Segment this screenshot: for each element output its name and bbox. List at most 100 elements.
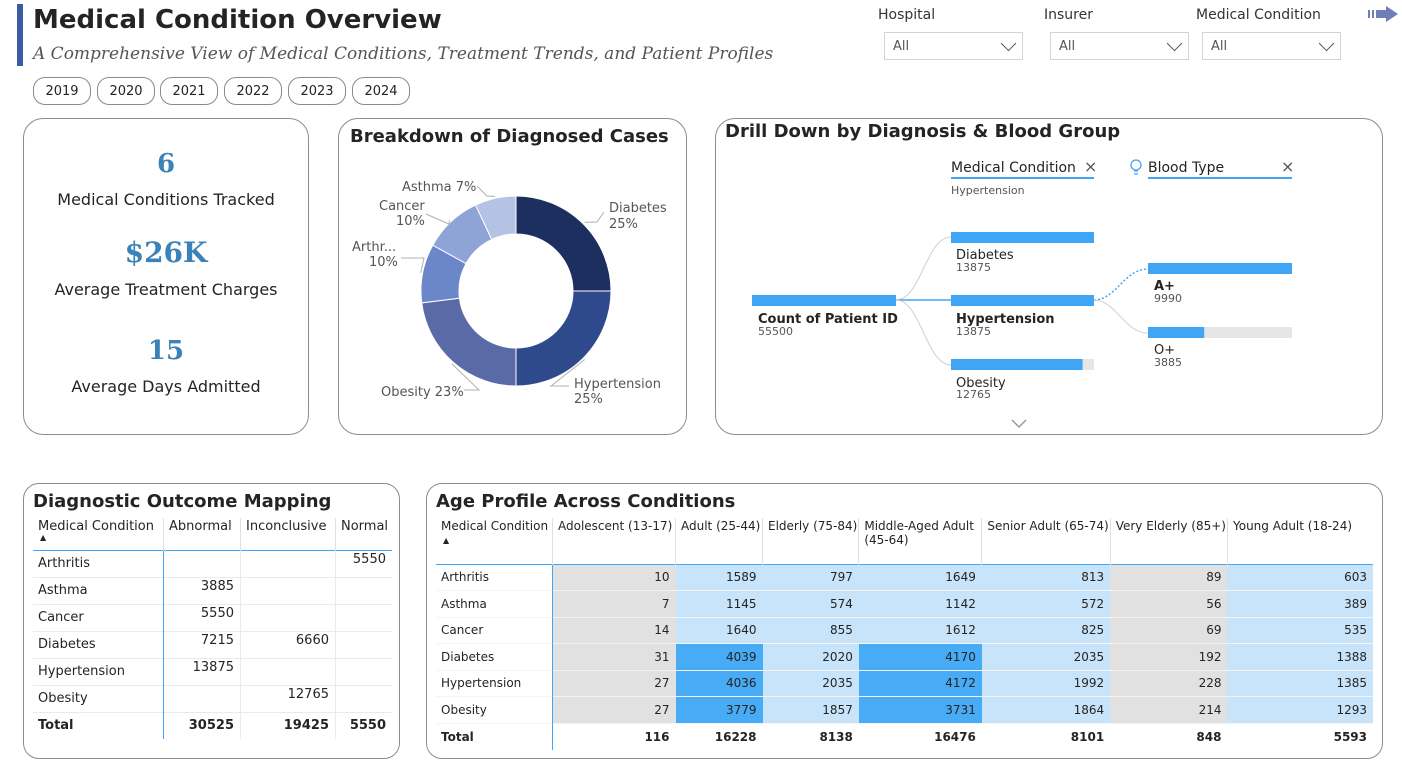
heatmap-cell: 27 <box>552 670 676 697</box>
row-label: Hypertension <box>436 670 553 697</box>
row-label: Cancer <box>436 617 553 644</box>
tree-level2-label: Blood Type <box>1148 160 1224 176</box>
table-row[interactable]: Asthma 7 1145 574 1142 572 56 389 <box>436 590 1373 617</box>
remove-level1-icon[interactable]: × <box>1084 157 1097 176</box>
heatmap-cell: 1142 <box>858 590 982 617</box>
svg-text:12765: 12765 <box>956 388 991 401</box>
table-row[interactable]: Asthma 3885 <box>33 577 392 604</box>
table-cell <box>163 685 241 712</box>
donut-label-diabetes: Diabetes <box>609 201 667 216</box>
heatmap-cell: 3779 <box>675 696 763 723</box>
age-col-header[interactable]: Adult (25-44) <box>675 518 763 564</box>
tree-root-bar[interactable] <box>752 295 896 306</box>
donut-slice-hypertension[interactable] <box>515 290 612 387</box>
condition-filter-label: Medical Condition <box>1196 7 1321 23</box>
heatmap-cell: 2035 <box>981 643 1111 670</box>
table-row[interactable]: Diabetes 7215 6660 <box>33 631 392 658</box>
heatmap-cell: 1145 <box>675 590 763 617</box>
insurer-filter-dropdown[interactable]: All <box>1050 32 1189 60</box>
table-row[interactable]: Cancer 14 1640 855 1612 825 69 535 <box>436 617 1373 644</box>
heatmap-cell: 574 <box>762 590 859 617</box>
tree-node-obesity[interactable]: Obesity 12765 <box>951 359 1094 401</box>
heatmap-cell: 1293 <box>1227 696 1373 723</box>
donut-title: Breakdown of Diagnosed Cases <box>350 126 669 147</box>
page-subtitle: A Comprehensive View of Medical Conditio… <box>33 44 774 64</box>
row-label: Diabetes <box>33 631 164 658</box>
table-cell <box>240 658 336 685</box>
row-label: Asthma <box>436 590 553 617</box>
table-cell: 13875 <box>163 658 241 685</box>
year-button-2024[interactable]: 2024 <box>352 77 410 105</box>
next-page-arrow-icon[interactable] <box>1368 5 1400 23</box>
chevron-down-icon[interactable] <box>1011 419 1027 429</box>
heatmap-cell: 16476 <box>934 729 976 744</box>
table-row[interactable]: Arthritis 5550 <box>33 550 392 577</box>
remove-level2-icon[interactable]: × <box>1281 157 1294 176</box>
tree-node-o-plus[interactable]: O+ 3885 <box>1148 327 1292 369</box>
donut-chart: Diabetes25%Hypertension25%Obesity 23%Art… <box>352 180 667 407</box>
table-cell: 30525 <box>163 712 241 739</box>
year-button-2022[interactable]: 2022 <box>224 77 282 105</box>
table-row[interactable]: Obesity 27 3779 1857 3731 1864 214 1293 <box>436 696 1373 723</box>
table-cell <box>240 577 336 604</box>
heatmap-cell: 228 <box>1110 670 1228 697</box>
condition-filter-value: All <box>1211 38 1228 54</box>
heatmap-cell: 16228 <box>714 729 757 744</box>
table-row[interactable]: Diabetes 31 4039 2020 4170 2035 192 1388 <box>436 643 1373 670</box>
donut-slice-diabetes[interactable] <box>515 195 612 292</box>
age-col-header[interactable]: Elderly (75-84) <box>762 518 860 564</box>
table-total-row[interactable]: Total 30525 19425 5550 <box>33 712 392 739</box>
heatmap-cell: 848 <box>1196 729 1222 744</box>
heatmap-cell: 1857 <box>762 696 859 723</box>
tree-node-diabetes[interactable]: Diabetes 13875 <box>951 232 1094 274</box>
age-col-header[interactable]: Very Elderly (85+) <box>1110 518 1228 564</box>
age-col-header[interactable]: Adolescent (13-17) <box>552 518 676 564</box>
age-col-header[interactable]: Young Adult (18-24) <box>1227 518 1373 564</box>
donut-label-arthritis: Arthr... <box>352 240 396 255</box>
chevron-down-icon <box>1000 35 1017 51</box>
tree-connector-active <box>1093 268 1149 301</box>
table-total-row[interactable]: Total 116 16228 8138 16476 8101 848 5593 <box>436 723 1373 750</box>
age-col-header[interactable]: Middle-Aged Adult (45-64) <box>858 518 983 564</box>
decomposition-tree: Medical Condition × Hypertension Blood T… <box>752 157 1294 429</box>
heatmap-cell: 14 <box>552 617 676 644</box>
age-col-header[interactable]: Senior Adult (65-74) <box>981 518 1111 564</box>
year-button-2019[interactable]: 2019 <box>33 77 91 105</box>
heatmap-cell: 8101 <box>1070 729 1105 744</box>
heatmap-cell: 4039 <box>675 643 763 670</box>
table-row[interactable]: Arthritis 10 1589 797 1649 813 89 603 <box>436 564 1373 591</box>
heatmap-cell: 4172 <box>858 670 982 697</box>
row-label: Total <box>436 723 553 750</box>
heatmap-cell: 7 <box>552 590 676 617</box>
hospital-filter-label: Hospital <box>878 7 936 23</box>
page-title: Medical Condition Overview <box>33 5 442 35</box>
year-button-2023[interactable]: 2023 <box>288 77 346 105</box>
donut-value-diabetes: 25% <box>609 217 638 232</box>
outcome-title: Diagnostic Outcome Mapping <box>33 491 332 512</box>
title-accent-bar <box>17 4 23 66</box>
outcome-col-header[interactable]: Normal <box>336 518 393 550</box>
svg-text:13875: 13875 <box>956 261 991 274</box>
kpi-conditions-label: Medical Conditions Tracked <box>57 190 275 209</box>
year-button-2021[interactable]: 2021 <box>160 77 218 105</box>
age-col-header[interactable]: Medical Condition ▲ <box>436 518 553 564</box>
heatmap-cell: 27 <box>552 696 676 723</box>
table-row[interactable]: Cancer 5550 <box>33 604 392 631</box>
year-button-2020[interactable]: 2020 <box>97 77 155 105</box>
chevron-down-icon <box>1318 35 1335 51</box>
table-row[interactable]: Obesity 12765 <box>33 685 392 712</box>
donut-slice-obesity[interactable] <box>421 297 517 387</box>
table-row[interactable]: Hypertension 13875 <box>33 658 392 685</box>
table-row[interactable]: Hypertension 27 4036 2035 4172 1992 228 1385 <box>436 670 1373 697</box>
donut-label-hypertension: Hypertension <box>574 377 661 392</box>
heatmap-cell: 214 <box>1110 696 1228 723</box>
outcome-col-header[interactable]: Medical Condition ▲ <box>33 518 164 550</box>
hospital-filter-dropdown[interactable]: All <box>884 32 1023 60</box>
outcome-col-header[interactable]: Inconclusive <box>240 518 336 550</box>
outcome-col-header[interactable]: Abnormal <box>163 518 241 550</box>
row-label: Cancer <box>33 604 164 631</box>
tree-node-hypertension[interactable]: Hypertension 13875 <box>951 295 1094 338</box>
condition-filter-dropdown[interactable]: All <box>1202 32 1341 60</box>
table-cell: 3885 <box>163 577 241 604</box>
tree-node-a-plus[interactable]: A+ 9990 <box>1148 263 1292 305</box>
